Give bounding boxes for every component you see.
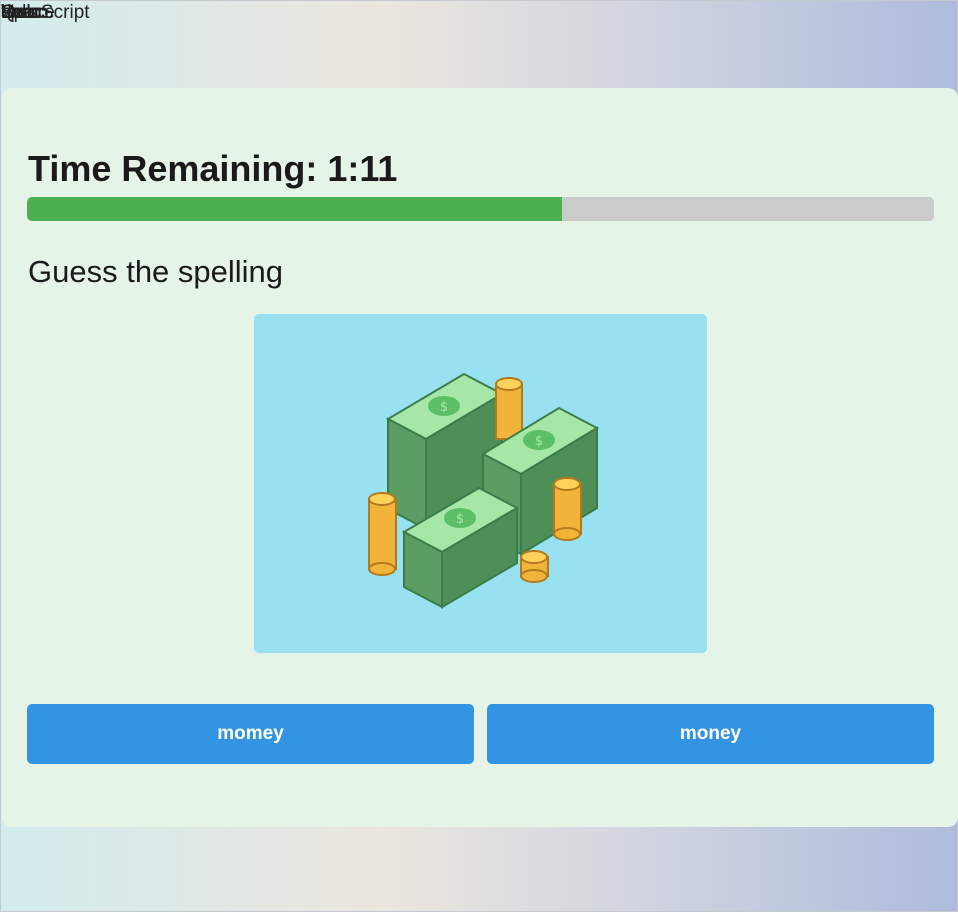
time-remaining-label: Time Remaining: 1:11: [28, 148, 398, 189]
coin-column-back: [495, 377, 523, 440]
timer-progress-bar: [27, 197, 934, 221]
coin-column-left: [368, 492, 397, 576]
answer-button-money[interactable]: money: [487, 704, 934, 764]
coin-column-small: [520, 550, 549, 583]
svg-text:$: $: [535, 434, 543, 449]
question-prompt: Guess the spelling: [28, 254, 284, 289]
coin-column-right: [553, 477, 582, 541]
timer-progress-fill: [27, 197, 563, 221]
money-stack-icon: $ $ $: [254, 314, 707, 653]
svg-text:$: $: [456, 512, 464, 527]
svg-text:$: $: [440, 400, 448, 415]
overlap-word: Quiz: [1, 2, 41, 23]
quiz-card: Time Remaining: 1:11 Guess the spelling …: [2, 88, 958, 827]
answer-button-momey[interactable]: momey: [27, 704, 474, 764]
